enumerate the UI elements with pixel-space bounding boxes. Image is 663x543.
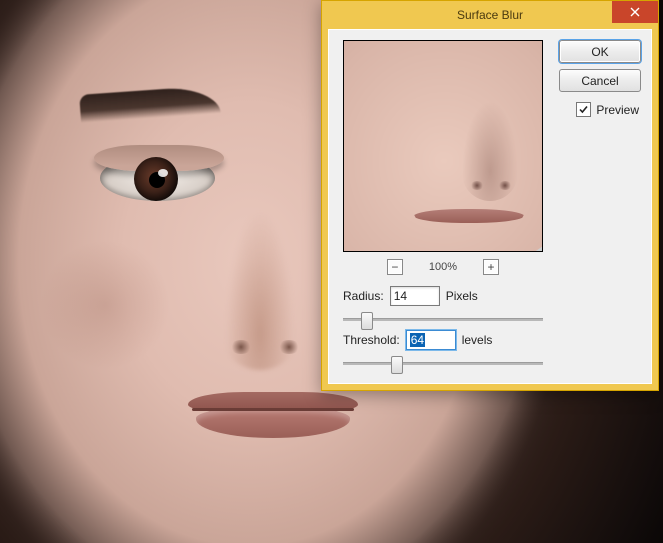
slider-thumb[interactable]: [391, 356, 403, 374]
slider-thumb[interactable]: [361, 312, 373, 330]
cancel-button[interactable]: Cancel: [559, 69, 641, 92]
threshold-slider[interactable]: [343, 356, 543, 370]
zoom-level: 100%: [429, 261, 457, 273]
radius-param: Radius: 14 Pixels: [343, 286, 543, 326]
dialog-button-column: OK Cancel: [559, 40, 641, 92]
dialog-title: Surface Blur: [322, 8, 658, 22]
preview-nostril: [498, 181, 512, 190]
threshold-input[interactable]: 64: [406, 330, 456, 350]
preview-lip: [414, 209, 524, 223]
zoom-controls: − 100% +: [343, 258, 543, 276]
radius-label: Radius:: [343, 289, 384, 303]
plus-icon: +: [488, 261, 495, 273]
close-icon: [630, 7, 640, 17]
ok-button[interactable]: OK: [559, 40, 641, 63]
radius-unit: Pixels: [446, 289, 478, 303]
zoom-out-button[interactable]: −: [387, 259, 403, 275]
preview-checkbox-label: Preview: [596, 103, 639, 117]
zoom-in-button[interactable]: +: [483, 259, 499, 275]
preview-checkbox-row[interactable]: Preview: [576, 102, 639, 117]
surface-blur-dialog: Surface Blur − 100% + OK Cancel Previ: [321, 0, 659, 391]
filter-preview[interactable]: [343, 40, 543, 252]
check-icon: [578, 104, 589, 115]
threshold-param: Threshold: 64 levels: [343, 330, 543, 370]
dialog-titlebar[interactable]: Surface Blur: [322, 1, 658, 29]
radius-slider[interactable]: [343, 312, 543, 326]
minus-icon: −: [391, 261, 398, 273]
close-button[interactable]: [612, 1, 658, 23]
threshold-unit: levels: [462, 333, 493, 347]
radius-input[interactable]: 14: [390, 286, 440, 306]
preview-nostril: [470, 181, 484, 190]
threshold-label: Threshold:: [343, 333, 400, 347]
slider-track: [343, 318, 543, 321]
preview-checkbox[interactable]: [576, 102, 591, 117]
slider-track: [343, 362, 543, 365]
dialog-body: − 100% + OK Cancel Preview Radius: 14 Pi…: [328, 29, 652, 384]
